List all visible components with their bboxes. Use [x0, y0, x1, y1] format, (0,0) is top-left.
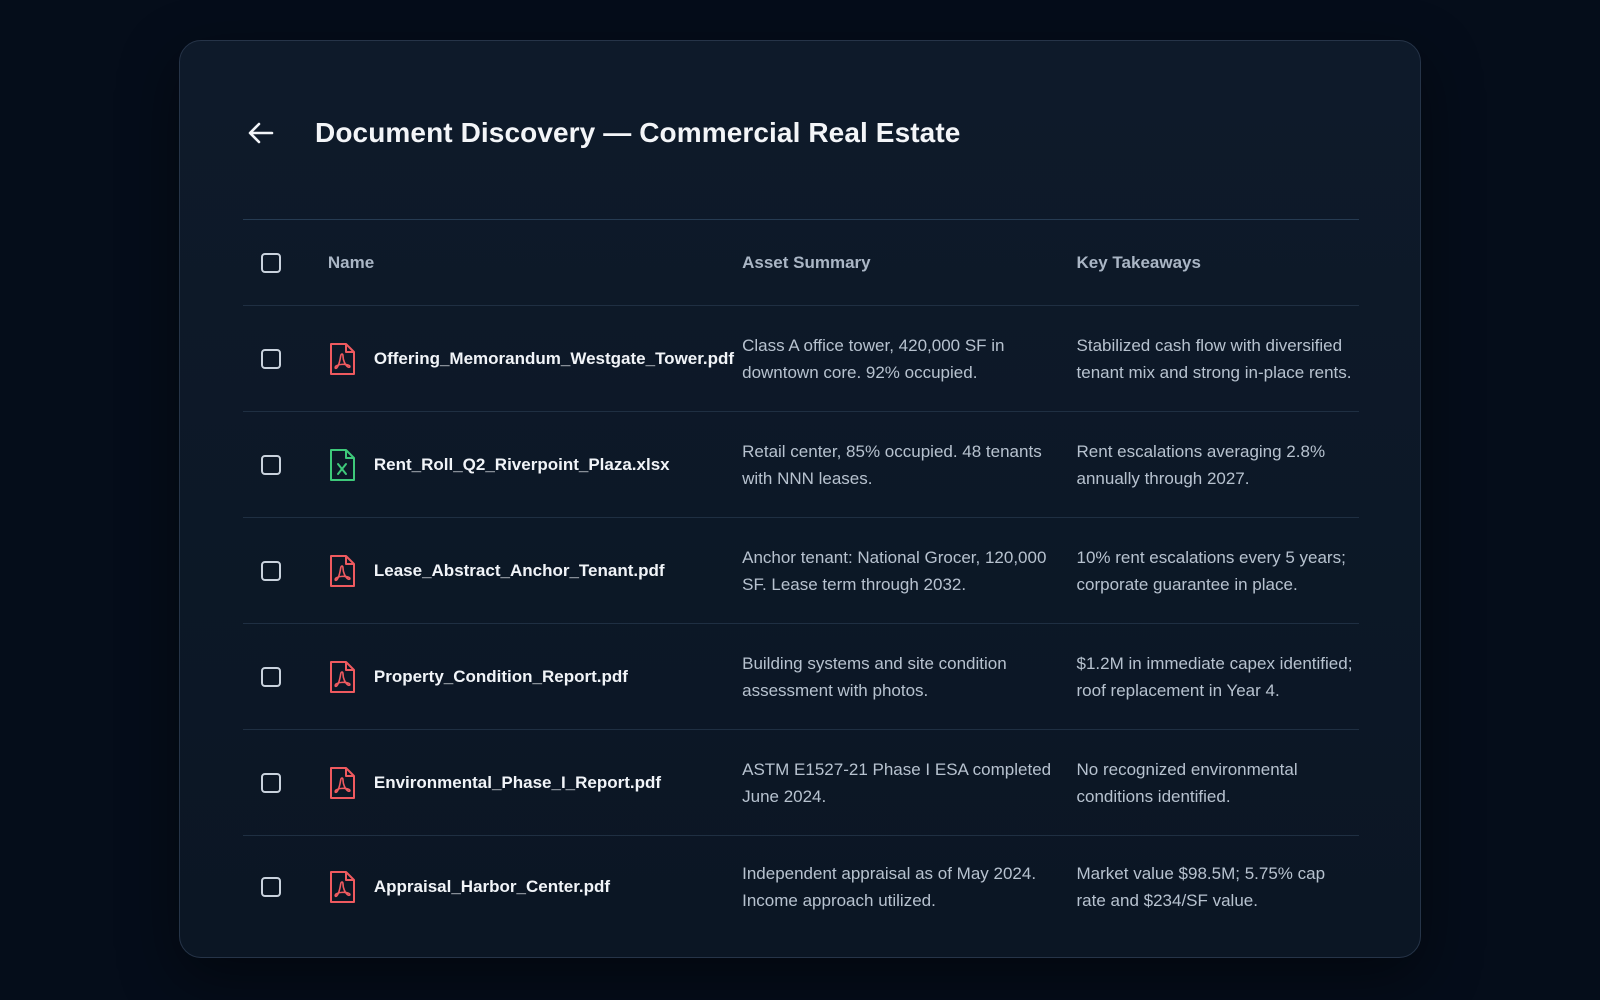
- file-name-link[interactable]: Lease_Abstract_Anchor_Tenant.pdf: [374, 561, 665, 581]
- file-name-link[interactable]: Environmental_Phase_I_Report.pdf: [374, 773, 661, 793]
- table-row[interactable]: Offering_Memorandum_Westgate_Tower.pdf C…: [243, 306, 1359, 412]
- key-takeaways-text: Market value $98.5M; 5.75% cap rate and …: [1076, 864, 1326, 910]
- document-discovery-panel: Document Discovery — Commercial Real Est…: [179, 40, 1421, 958]
- table-row[interactable]: Property_Condition_Report.pdf Building s…: [243, 624, 1359, 730]
- row-checkbox[interactable]: [261, 877, 281, 897]
- table-row[interactable]: Rent_Roll_Q2_Riverpoint_Plaza.xlsx Retai…: [243, 412, 1359, 518]
- asset-summary-text: ASTM E1527-21 Phase I ESA completed June…: [742, 759, 1052, 806]
- key-takeaways-text: No recognized environmental conditions i…: [1076, 759, 1298, 806]
- key-takeaways-text: 10% rent escalations every 5 years; corp…: [1076, 547, 1346, 594]
- arrow-left-icon: [248, 122, 274, 144]
- table-header-row: Name Asset Summary Key Takeaways: [243, 220, 1359, 306]
- pdf-file-icon: [329, 660, 355, 693]
- asset-summary-text: Class A office tower, 420,000 SF in down…: [742, 335, 1005, 382]
- pdf-file-icon: [329, 871, 355, 903]
- file-name-link[interactable]: Offering_Memorandum_Westgate_Tower.pdf: [374, 349, 734, 369]
- table-row[interactable]: Appraisal_Harbor_Center.pdf Independent …: [243, 836, 1359, 938]
- select-all-checkbox[interactable]: [261, 252, 281, 273]
- key-takeaways-text: Rent escalations averaging 2.8% annually…: [1076, 441, 1326, 488]
- file-name-link[interactable]: Property_Condition_Report.pdf: [374, 667, 628, 687]
- row-checkbox[interactable]: [261, 348, 281, 369]
- pdf-file-icon: [329, 342, 355, 375]
- column-header-key-takeaways[interactable]: Key Takeaways: [1077, 253, 1201, 272]
- page-title: Document Discovery — Commercial Real Est…: [315, 117, 961, 148]
- asset-summary-text: Retail center, 85% occupied. 48 tenants …: [742, 441, 1042, 488]
- row-checkbox[interactable]: [261, 454, 281, 475]
- asset-summary-text: Building systems and site condition asse…: [742, 653, 1007, 700]
- pdf-file-icon: [329, 766, 355, 799]
- spreadsheet-file-icon: [329, 448, 355, 481]
- key-takeaways-text: $1.2M in immediate capex identified; roo…: [1076, 653, 1353, 700]
- file-name-link[interactable]: Rent_Roll_Q2_Riverpoint_Plaza.xlsx: [374, 455, 670, 475]
- back-button[interactable]: [237, 109, 285, 157]
- panel-header: Document Discovery — Commercial Real Est…: [243, 99, 1359, 220]
- row-checkbox[interactable]: [261, 666, 281, 687]
- asset-summary-text: Anchor tenant: National Grocer, 120,000 …: [742, 547, 1047, 594]
- file-name-link[interactable]: Appraisal_Harbor_Center.pdf: [374, 877, 610, 897]
- row-checkbox[interactable]: [261, 772, 281, 793]
- pdf-file-icon: [329, 554, 355, 587]
- column-header-asset-summary[interactable]: Asset Summary: [742, 253, 871, 272]
- table-row[interactable]: Lease_Abstract_Anchor_Tenant.pdf Anchor …: [243, 518, 1359, 624]
- documents-table: Name Asset Summary Key Takeaways Offerin…: [243, 220, 1359, 938]
- key-takeaways-text: Stabilized cash flow with diversified te…: [1076, 335, 1352, 382]
- table-row[interactable]: Environmental_Phase_I_Report.pdf ASTM E1…: [243, 730, 1359, 836]
- column-header-name[interactable]: Name: [328, 253, 374, 273]
- row-checkbox[interactable]: [261, 560, 281, 581]
- asset-summary-text: Independent appraisal as of May 2024. In…: [742, 864, 1037, 910]
